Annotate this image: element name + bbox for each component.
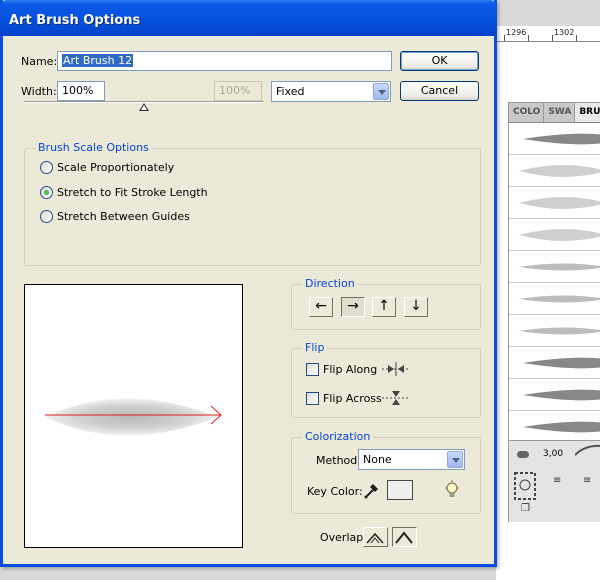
overlap-no-adjust-button[interactable] <box>392 527 417 547</box>
tab-color[interactable]: COLO <box>509 103 545 122</box>
tab-brushes[interactable]: BRUSH <box>575 103 600 122</box>
brush-thumbnail[interactable] <box>509 411 600 443</box>
brush-stroke-preview <box>523 421 600 433</box>
scale-proportionately-radio[interactable] <box>40 161 53 174</box>
flip-along-label[interactable]: Flip Along <box>323 363 377 376</box>
brush-preview-canvas <box>45 398 222 436</box>
flip-along-icon <box>382 362 410 376</box>
brush-list <box>509 123 600 443</box>
width-label: Width: <box>21 85 57 98</box>
flip-across-checkbox[interactable] <box>306 392 319 405</box>
chevron-down-icon[interactable] <box>373 83 389 100</box>
flip-title: Flip <box>302 341 328 354</box>
stroke-size: 3,00 <box>543 449 564 459</box>
ok-button[interactable]: OK <box>400 51 479 71</box>
brush-size-icon <box>517 451 529 458</box>
lightbulb-tips-icon[interactable] <box>444 480 460 500</box>
brush-stroke-preview <box>519 295 600 303</box>
dialog-title: Art Brush Options <box>9 13 141 28</box>
flip-along-checkbox[interactable] <box>306 363 319 376</box>
direction-up-button[interactable]: ↑ <box>372 297 396 317</box>
direction-title: Direction <box>302 277 358 290</box>
pattern-brush-icon[interactable] <box>513 471 537 501</box>
brush-thumbnail[interactable] <box>509 315 600 347</box>
width-mode-value: Fixed <box>276 85 305 98</box>
brush-shape <box>45 398 217 436</box>
brush-stroke-preview <box>519 327 600 335</box>
width-input[interactable]: 100% <box>57 81 105 101</box>
brush-stroke-preview <box>523 357 600 369</box>
ruler-mark: 1296 <box>506 28 527 37</box>
panel-tabs: COLO SWA BRUSH <box>509 103 600 123</box>
brush-scale-title: Brush Scale Options <box>35 141 152 154</box>
name-input[interactable]: Art Brush 12 <box>57 51 392 71</box>
align-icon[interactable]: ≡ <box>553 475 561 486</box>
brush-stroke-preview <box>519 165 600 177</box>
title-bar[interactable]: Art Brush Options <box>0 0 497 36</box>
brush-thumbnail[interactable] <box>509 123 600 155</box>
method-value: None <box>363 453 392 466</box>
brush-stroke-icon <box>575 444 600 456</box>
brush-thumbnail[interactable] <box>509 283 600 315</box>
stretch-between-guides-label[interactable]: Stretch Between Guides <box>57 210 190 223</box>
panel-footer: 3,00 ≡ ≡ ❐ <box>509 440 600 522</box>
new-brush-icon[interactable]: ❐ <box>521 503 530 514</box>
method-label: Method: <box>316 454 361 467</box>
overlap-adjust-corners-button[interactable] <box>363 527 388 547</box>
ruler: 1296 1302 <box>496 26 600 42</box>
width-variation-input: 100% <box>214 81 262 101</box>
brush-thumbnail[interactable] <box>509 251 600 283</box>
flip-across-label[interactable]: Flip Across <box>323 392 382 405</box>
brush-stroke-preview <box>523 389 600 401</box>
art-brush-options-dialog: Art Brush Options Name: Art Brush 12 Wid… <box>0 0 497 567</box>
name-label: Name: <box>21 55 58 68</box>
tab-swatches[interactable]: SWA <box>544 103 576 122</box>
brushes-panel: COLO SWA BRUSH 3,00 ≡ ≡ ❐ <box>508 102 600 522</box>
direction-right-button[interactable]: → <box>341 297 365 317</box>
eyedropper-icon[interactable] <box>363 480 381 500</box>
width-slider-thumb[interactable] <box>139 103 149 111</box>
name-value: Art Brush 12 <box>62 54 134 67</box>
brush-preview <box>24 284 243 548</box>
brush-thumbnail[interactable] <box>509 379 600 411</box>
ruler-mark: 1302 <box>554 28 575 37</box>
brush-stroke-preview <box>519 229 600 241</box>
chevron-down-icon[interactable] <box>447 451 463 468</box>
flip-group: Flip <box>291 341 481 418</box>
stretch-to-fit-label[interactable]: Stretch to Fit Stroke Length <box>57 186 208 199</box>
overlap-label: Overlap: <box>320 531 367 544</box>
width-mode-select[interactable]: Fixed <box>271 81 391 102</box>
brush-stroke-preview <box>519 197 600 209</box>
key-color-swatch[interactable] <box>387 480 413 500</box>
brush-thumbnail[interactable] <box>509 155 600 187</box>
brush-thumbnail[interactable] <box>509 347 600 379</box>
stretch-between-guides-radio[interactable] <box>40 210 53 223</box>
flip-across-icon <box>382 391 410 405</box>
overlap-join-icon <box>395 531 413 544</box>
overlap-corner-icon <box>366 532 384 544</box>
method-select[interactable]: None <box>358 449 465 470</box>
key-color-label: Key Color: <box>307 485 363 498</box>
direction-left-button[interactable]: ← <box>309 297 333 317</box>
brush-thumbnail[interactable] <box>509 187 600 219</box>
align-icon[interactable]: ≡ <box>583 475 591 486</box>
brush-stroke-preview <box>523 133 600 145</box>
brush-stroke-preview <box>519 263 600 271</box>
brush-thumbnail[interactable] <box>509 219 600 251</box>
stretch-to-fit-radio[interactable] <box>40 186 53 199</box>
direction-down-button[interactable]: ↓ <box>404 297 428 317</box>
colorization-title: Colorization <box>302 430 374 443</box>
scale-proportionately-label[interactable]: Scale Proportionately <box>57 161 174 174</box>
cancel-button[interactable]: Cancel <box>400 81 479 101</box>
